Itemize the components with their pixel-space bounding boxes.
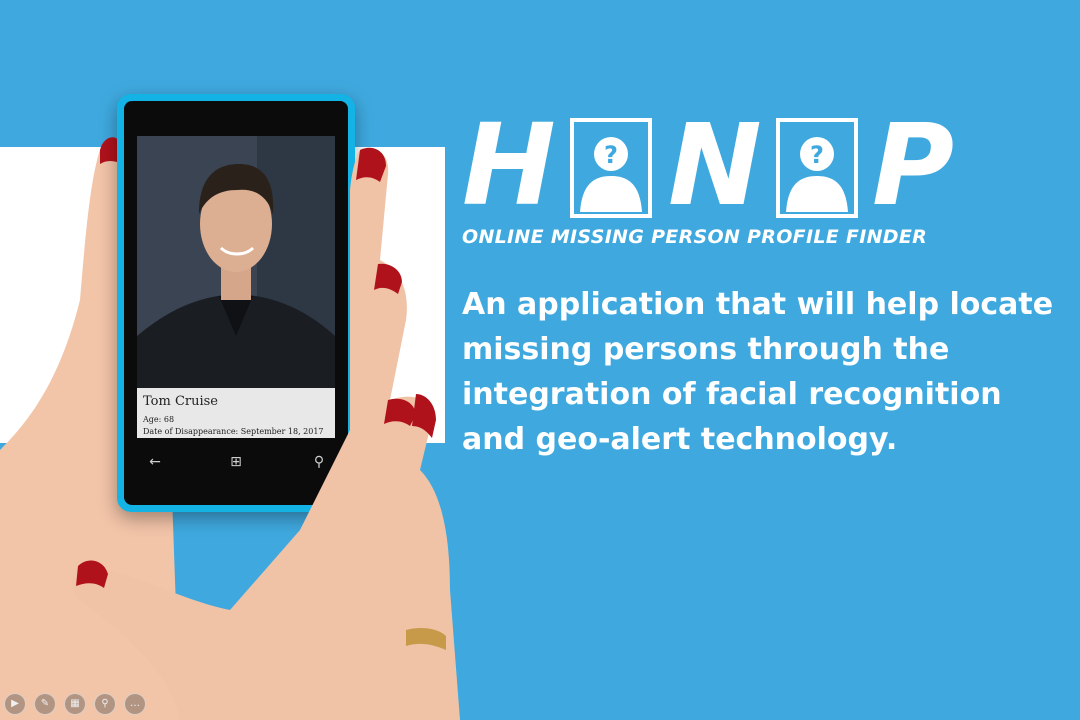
- more-icon[interactable]: …: [124, 693, 146, 715]
- logo-letter-n: N: [668, 101, 762, 231]
- missing-person-icon: ?: [776, 118, 858, 218]
- logo-letter-h: H: [462, 101, 556, 231]
- slides-icon[interactable]: ▦: [64, 693, 86, 715]
- zoom-icon[interactable]: ⚲: [94, 693, 116, 715]
- logo-letter-p: P: [872, 101, 955, 231]
- right-hand-illustration: [72, 147, 460, 720]
- pen-icon[interactable]: ✎: [34, 693, 56, 715]
- svg-text:?: ?: [604, 141, 618, 169]
- tagline: ONLINE MISSING PERSON PROFILE FINDER: [462, 226, 928, 248]
- missing-person-icon: ?: [570, 118, 652, 218]
- svg-text:?: ?: [810, 141, 824, 169]
- play-icon[interactable]: ▶: [4, 693, 26, 715]
- app-description: An application that will help locate mis…: [462, 287, 1054, 457]
- slide: Tom Cruise Age: 68 Date of Disappearance…: [0, 0, 1080, 720]
- hanap-logo: H ? N ? P: [462, 108, 962, 226]
